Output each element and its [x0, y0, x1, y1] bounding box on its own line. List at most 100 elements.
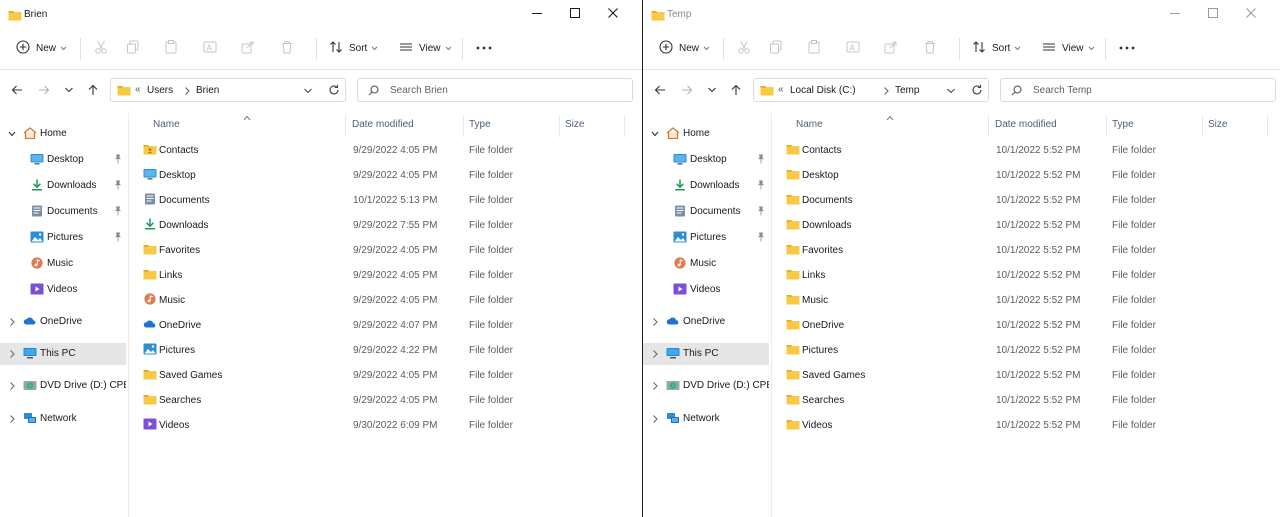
chevron-right-icon[interactable]	[651, 349, 659, 362]
column-header-name[interactable]: Name	[153, 119, 180, 130]
column-divider[interactable]	[1106, 115, 1107, 137]
column-divider[interactable]	[1267, 115, 1268, 137]
sidebar-item-home[interactable]: Home	[0, 123, 128, 145]
file-row[interactable]: Music 10/1/2022 5:52 PM File folder	[772, 288, 1280, 313]
file-row[interactable]: Downloads 10/1/2022 5:52 PM File folder	[772, 213, 1280, 238]
sort-button[interactable]: Sort	[972, 28, 1021, 69]
breadcrumb-segment[interactable]: Local Disk (C:)	[790, 85, 856, 96]
address-dropdown-icon[interactable]	[946, 87, 956, 98]
back-button[interactable]	[650, 81, 670, 101]
chevron-down-icon[interactable]	[651, 129, 659, 142]
file-row[interactable]: Pictures 9/29/2022 4:22 PM File folder	[129, 338, 642, 363]
file-row[interactable]: Desktop 10/1/2022 5:52 PM File folder	[772, 163, 1280, 188]
sidebar-item-pictures[interactable]: Pictures	[0, 227, 128, 249]
file-row[interactable]: Music 9/29/2022 4:05 PM File folder	[129, 288, 642, 313]
search-input[interactable]: Search Brien	[357, 78, 633, 102]
column-header-date[interactable]: Date modified	[995, 119, 1057, 130]
file-row[interactable]: Desktop 9/29/2022 4:05 PM File folder	[129, 163, 642, 188]
sidebar-item-this-pc[interactable]: This PC	[0, 343, 126, 365]
column-divider[interactable]	[559, 115, 560, 137]
sidebar-item-home[interactable]: Home	[643, 123, 771, 145]
chevron-right-icon[interactable]	[651, 381, 659, 394]
up-button[interactable]	[83, 81, 103, 101]
sidebar-item-pictures[interactable]: Pictures	[643, 227, 771, 249]
delete-button[interactable]	[923, 28, 937, 69]
cut-button[interactable]	[737, 28, 751, 69]
sidebar-item-network[interactable]: Network	[643, 408, 771, 430]
breadcrumb-segment[interactable]: Temp	[895, 85, 919, 96]
close-button[interactable]	[1233, 4, 1269, 24]
maximize-button[interactable]	[1195, 4, 1231, 24]
maximize-button[interactable]	[557, 4, 593, 24]
file-row[interactable]: Contacts 10/1/2022 5:52 PM File folder	[772, 138, 1280, 163]
view-button[interactable]: View	[1042, 28, 1095, 69]
forward-button[interactable]	[34, 81, 54, 101]
new-button[interactable]: New	[659, 28, 710, 69]
search-input[interactable]: Search Temp	[1000, 78, 1276, 102]
column-header-type[interactable]: Type	[1112, 119, 1134, 130]
forward-button[interactable]	[677, 81, 697, 101]
paste-button[interactable]	[164, 28, 178, 69]
cut-button[interactable]	[94, 28, 108, 69]
new-button[interactable]: New	[16, 28, 67, 69]
copy-button[interactable]	[126, 28, 140, 69]
file-row[interactable]: OneDrive 10/1/2022 5:52 PM File folder	[772, 313, 1280, 338]
file-row[interactable]: Videos 10/1/2022 5:52 PM File folder	[772, 413, 1280, 438]
chevron-right-icon[interactable]	[651, 317, 659, 330]
chevron-right-icon[interactable]	[8, 381, 16, 394]
breadcrumb-overflow[interactable]: «	[778, 84, 784, 95]
file-row[interactable]: Downloads 9/29/2022 7:55 PM File folder	[129, 213, 642, 238]
back-button[interactable]	[7, 81, 27, 101]
column-header-type[interactable]: Type	[469, 119, 491, 130]
minimize-button[interactable]	[519, 4, 555, 24]
copy-button[interactable]	[769, 28, 783, 69]
view-button[interactable]: View	[399, 28, 452, 69]
sidebar-item-documents[interactable]: Documents	[643, 201, 771, 223]
more-button[interactable]	[476, 28, 492, 69]
title-bar[interactable]: Temp	[643, 0, 1280, 28]
refresh-icon[interactable]	[971, 84, 983, 99]
rename-button[interactable]: A	[203, 28, 217, 69]
file-row[interactable]: Links 9/29/2022 4:05 PM File folder	[129, 263, 642, 288]
chevron-right-icon[interactable]	[651, 414, 659, 427]
column-header-date[interactable]: Date modified	[352, 119, 414, 130]
file-row[interactable]: OneDrive 9/29/2022 4:07 PM File folder	[129, 313, 642, 338]
recent-locations-button[interactable]	[59, 81, 79, 101]
breadcrumb-segment[interactable]: Brien	[196, 85, 219, 96]
share-button[interactable]	[241, 28, 255, 69]
sidebar-item-desktop[interactable]: Desktop	[643, 149, 771, 171]
file-row[interactable]: Saved Games 10/1/2022 5:52 PM File folder	[772, 363, 1280, 388]
share-button[interactable]	[884, 28, 898, 69]
close-button[interactable]	[595, 4, 631, 24]
address-bar[interactable]: « Users Brien	[110, 78, 346, 102]
chevron-right-icon[interactable]	[8, 349, 16, 362]
sidebar-item-videos[interactable]: Videos	[0, 279, 128, 301]
sidebar-item-videos[interactable]: Videos	[643, 279, 771, 301]
column-header-size[interactable]: Size	[565, 119, 584, 130]
breadcrumb-overflow[interactable]: «	[135, 84, 141, 95]
sidebar-item-music[interactable]: Music	[643, 253, 771, 275]
sort-button[interactable]: Sort	[329, 28, 378, 69]
refresh-icon[interactable]	[328, 84, 340, 99]
file-row[interactable]: Favorites 9/29/2022 4:05 PM File folder	[129, 238, 642, 263]
file-row[interactable]: Pictures 10/1/2022 5:52 PM File folder	[772, 338, 1280, 363]
sidebar-item-downloads[interactable]: Downloads	[643, 175, 771, 197]
chevron-right-icon[interactable]	[8, 414, 16, 427]
minimize-button[interactable]	[1157, 4, 1193, 24]
sidebar-item-downloads[interactable]: Downloads	[0, 175, 128, 197]
address-bar[interactable]: « Local Disk (C:) Temp	[753, 78, 989, 102]
file-row[interactable]: Links 10/1/2022 5:52 PM File folder	[772, 263, 1280, 288]
sidebar-item-this-pc[interactable]: This PC	[643, 343, 769, 365]
column-divider[interactable]	[345, 115, 346, 137]
sidebar-item-network[interactable]: Network	[0, 408, 128, 430]
delete-button[interactable]	[280, 28, 294, 69]
file-row[interactable]: Favorites 10/1/2022 5:52 PM File folder	[772, 238, 1280, 263]
address-dropdown-icon[interactable]	[303, 87, 313, 98]
sidebar-item-desktop[interactable]: Desktop	[0, 149, 128, 171]
file-row[interactable]: Searches 10/1/2022 5:52 PM File folder	[772, 388, 1280, 413]
title-bar[interactable]: Brien	[0, 0, 642, 28]
file-row[interactable]: Documents 10/1/2022 5:13 PM File folder	[129, 188, 642, 213]
column-divider[interactable]	[463, 115, 464, 137]
file-row[interactable]: Contacts 9/29/2022 4:05 PM File folder	[129, 138, 642, 163]
sidebar-item-onedrive[interactable]: OneDrive	[643, 311, 771, 333]
